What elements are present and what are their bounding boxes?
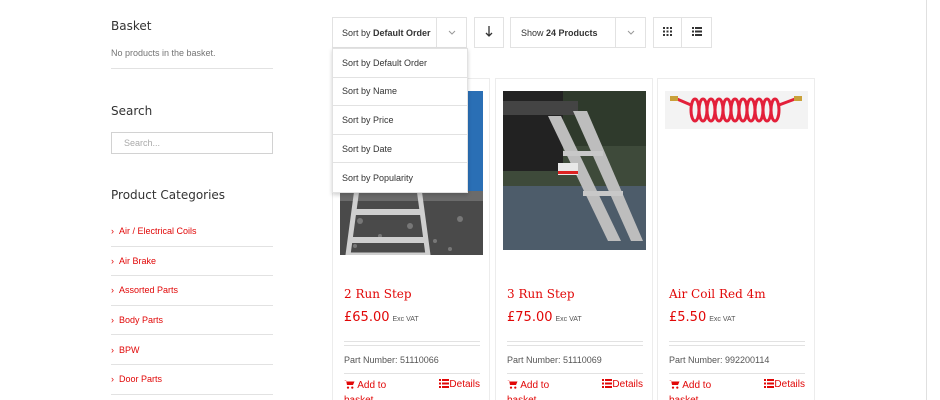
cart-icon	[344, 380, 355, 394]
search-title: Search	[111, 104, 153, 118]
sort-direction-button[interactable]	[474, 17, 504, 48]
add-to-basket-button[interactable]: Add to basket	[507, 379, 567, 400]
sort-select[interactable]: Sort by Default Order	[332, 17, 467, 48]
category-label: Air / Electrical Coils	[119, 226, 197, 237]
show-count-select[interactable]: Show 24 Products	[510, 17, 646, 48]
grid-icon	[663, 27, 672, 38]
divider	[344, 345, 480, 346]
price-amount: £65.00	[344, 310, 390, 325]
divider	[669, 341, 805, 342]
list-view-button[interactable]	[681, 17, 712, 48]
divider	[669, 373, 805, 374]
vat-note: Exc VAT	[555, 316, 582, 323]
divider	[111, 68, 273, 69]
details-button[interactable]: Details	[602, 379, 643, 391]
divider	[344, 373, 480, 374]
product-price: £5.50 Exc VAT	[669, 310, 735, 325]
details-label: Details	[774, 379, 805, 390]
product-image[interactable]	[503, 91, 646, 250]
category-item-assorted-parts[interactable]: › Assorted Parts	[111, 276, 273, 306]
category-list: › Air / Electrical Coils › Air Brake › Asso…	[111, 217, 273, 395]
vat-note: Exc VAT	[392, 316, 419, 323]
list-icon	[764, 379, 775, 391]
product-card: Air Coil Red 4m £5.50 Exc VAT Part Number…	[657, 78, 815, 400]
category-label: Assorted Parts	[119, 285, 179, 296]
chevron-down-icon[interactable]	[615, 18, 645, 47]
list-icon	[602, 379, 613, 391]
divider	[344, 341, 480, 342]
add-to-basket-button[interactable]: Add to basket	[669, 379, 729, 400]
sort-option-name[interactable]: Sort by Name	[333, 78, 467, 107]
grid-view-button[interactable]	[653, 17, 682, 48]
price-amount: £75.00	[507, 310, 553, 325]
details-label: Details	[612, 379, 643, 390]
add-to-basket-button[interactable]: Add to basket	[344, 379, 404, 400]
details-button[interactable]: Details	[764, 379, 805, 391]
category-item-air-brake[interactable]: › Air Brake	[111, 247, 273, 277]
basket-title: Basket	[111, 19, 152, 33]
product-categories-title: Product Categories	[111, 188, 226, 202]
product-title[interactable]: 3 Run Step	[507, 287, 575, 301]
divider	[507, 341, 643, 342]
cart-icon	[669, 380, 680, 394]
show-prefix: Show	[521, 27, 544, 38]
chevron-right-icon: ›	[111, 226, 114, 237]
category-label: Air Brake	[119, 255, 157, 266]
divider	[669, 345, 805, 346]
divider	[507, 345, 643, 346]
sort-prefix: Sort by	[342, 27, 371, 38]
category-label: BPW	[119, 344, 140, 355]
page-edge-divider	[926, 0, 927, 400]
chevron-down-icon[interactable]	[436, 18, 466, 47]
sort-dropdown-menu: Sort by Default Order Sort by Name Sort …	[332, 48, 468, 193]
product-image[interactable]	[665, 91, 808, 129]
cart-icon	[507, 380, 518, 394]
category-label: Body Parts	[119, 315, 164, 326]
divider	[507, 373, 643, 374]
arrow-down-icon	[485, 25, 493, 40]
chevron-right-icon: ›	[111, 344, 114, 355]
category-item-bpw[interactable]: › BPW	[111, 335, 273, 365]
category-label: Door Parts	[119, 374, 163, 385]
basket-empty-text: No products in the basket.	[111, 48, 216, 58]
sort-option-date[interactable]: Sort by Date	[333, 135, 467, 164]
sort-option-price[interactable]: Sort by Price	[333, 106, 467, 135]
part-number: Part Number: 992200114	[669, 355, 770, 365]
category-item-air-electrical-coils[interactable]: › Air / Electrical Coils	[111, 217, 273, 247]
list-icon	[691, 27, 702, 38]
chevron-right-icon: ›	[111, 374, 114, 385]
price-amount: £5.50	[669, 310, 707, 325]
list-icon	[439, 379, 450, 391]
category-item-body-parts[interactable]: › Body Parts	[111, 306, 273, 336]
search-input[interactable]	[111, 132, 273, 154]
part-number: Part Number: 51110069	[507, 355, 602, 365]
sort-option-popularity[interactable]: Sort by Popularity	[333, 163, 467, 192]
product-title[interactable]: Air Coil Red 4m	[669, 287, 766, 301]
product-price: £75.00 Exc VAT	[507, 310, 582, 325]
sort-value: Default Order	[373, 27, 431, 38]
vat-note: Exc VAT	[709, 316, 736, 323]
chevron-right-icon: ›	[111, 315, 114, 326]
sort-option-default-order[interactable]: Sort by Default Order	[333, 49, 467, 78]
details-button[interactable]: Details	[439, 379, 480, 391]
show-value: 24 Products	[546, 27, 598, 38]
chevron-right-icon: ›	[111, 255, 114, 266]
category-item-door-parts[interactable]: › Door Parts	[111, 365, 273, 395]
product-price: £65.00 Exc VAT	[344, 310, 419, 325]
product-card: 3 Run Step £75.00 Exc VAT Part Number: 51…	[495, 78, 653, 400]
details-label: Details	[449, 379, 480, 390]
chevron-right-icon: ›	[111, 285, 114, 296]
product-title[interactable]: 2 Run Step	[344, 287, 412, 301]
part-number: Part Number: 51110066	[344, 355, 439, 365]
